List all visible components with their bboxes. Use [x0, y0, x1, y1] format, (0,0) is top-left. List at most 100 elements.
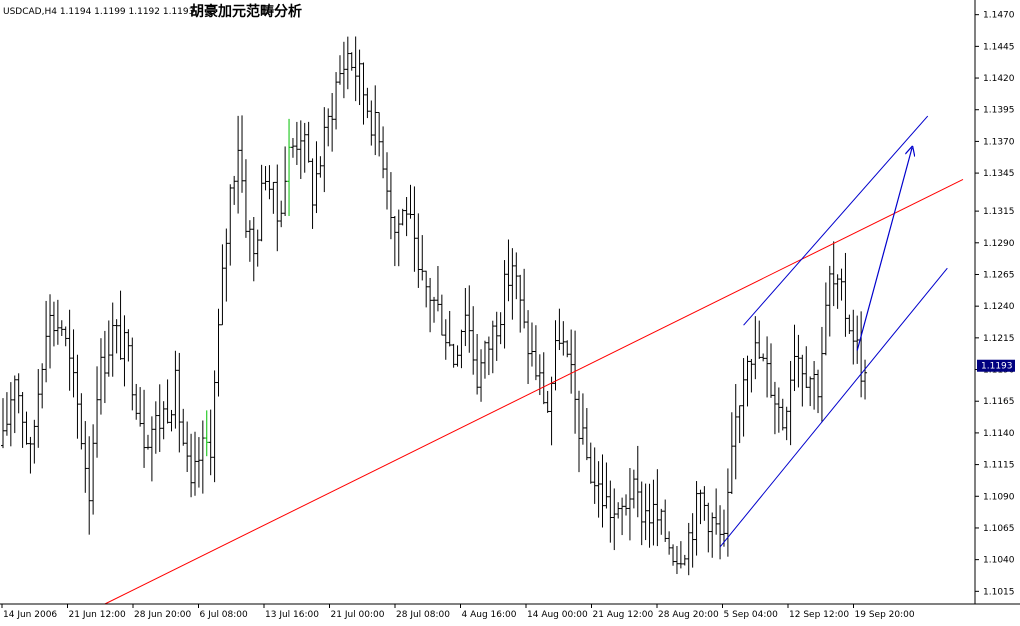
ohlc-bar	[522, 268, 527, 329]
ohlc-bar	[772, 381, 777, 435]
ohlc-bar	[145, 434, 150, 450]
ohlc-bar	[149, 416, 154, 482]
ohlc-bar	[671, 544, 676, 566]
ohlc-bar	[863, 359, 868, 400]
ohlc-bar	[349, 52, 354, 71]
time-tick-label: 5 Sep 04:00	[724, 610, 779, 620]
ohlc-bar	[667, 531, 672, 555]
time-tick-label: 21 Aug 12:00	[593, 610, 654, 620]
ohlc-bar	[494, 311, 499, 361]
ohlc-bar	[204, 410, 209, 457]
price-tick-label: 1.1140	[983, 429, 1015, 439]
price-chart[interactable]: 1.1470 1.1445 1.1420 1.1395 1.1370 1.1345 1.13…	[0, 0, 1020, 626]
ohlc-bar	[251, 216, 256, 282]
ohlc-bar	[322, 107, 327, 193]
ohlc-bar	[55, 299, 60, 345]
ohlc-bar	[220, 244, 225, 326]
ohlc-bar	[443, 319, 448, 360]
ohlc-bar	[714, 488, 719, 535]
blue-channel-line-2[interactable]	[743, 115, 929, 326]
ohlc-bar	[733, 384, 738, 480]
ohlc-bar	[24, 411, 29, 445]
ohlc-bar	[28, 436, 33, 474]
ohlc-bar	[694, 481, 699, 556]
ohlc-bar	[510, 248, 515, 320]
ohlc-bar	[161, 401, 166, 440]
ohlc-bar	[482, 340, 487, 379]
ohlc-bar	[134, 383, 139, 420]
ohlc-bar	[404, 197, 409, 237]
ohlc-bar	[357, 49, 362, 106]
ohlc-bar	[612, 488, 617, 551]
ohlc-bar	[596, 461, 601, 518]
ohlc-bar	[451, 343, 456, 368]
blue-channel-line-1[interactable]	[719, 267, 948, 548]
ohlc-bar	[710, 512, 715, 558]
ohlc-bar	[283, 146, 288, 216]
ohlc-bar	[381, 126, 386, 179]
ohlc-bar	[388, 172, 393, 240]
ohlc-bar	[682, 554, 687, 566]
ohlc-bar	[318, 156, 323, 178]
ohlc-bar	[12, 375, 17, 434]
time-tick-label: 28 Jul 08:00	[396, 610, 450, 620]
ohlc-bar	[502, 260, 507, 349]
ohlc-bar	[130, 337, 135, 411]
ohlc-bar	[83, 421, 88, 493]
time-tick-label: 19 Sep 20:00	[855, 610, 915, 620]
ohlc-bar	[361, 62, 366, 125]
ohlc-bar	[75, 354, 80, 439]
ohlc-bar	[631, 469, 636, 509]
price-tick-label: 1.1090	[983, 492, 1015, 502]
time-tick-label: 28 Jun 20:00	[134, 610, 191, 620]
ohlc-bar	[369, 100, 374, 146]
time-tick-label: 4 Aug 16:00	[462, 610, 517, 620]
ohlc-bar	[432, 296, 437, 323]
ohlc-bar	[228, 184, 233, 266]
ohlc-bar	[169, 409, 174, 432]
time-tick-label: 12 Sep 12:00	[789, 610, 849, 620]
ohlc-bar	[428, 277, 433, 333]
ohlc-bar	[310, 158, 315, 229]
ohlc-bar	[761, 353, 766, 362]
ohlc-bar	[839, 268, 844, 301]
ohlc-bar	[573, 330, 578, 434]
ohlc-bar	[475, 334, 480, 395]
price-tick-label: 1.1065	[983, 524, 1015, 534]
ohlc-bar	[518, 274, 523, 333]
ohlc-bar	[71, 329, 76, 398]
ohlc-bar	[32, 419, 37, 464]
ohlc-bar	[498, 312, 503, 345]
ohlc-bar	[545, 390, 550, 413]
ohlc-bar	[506, 239, 511, 302]
ohlc-bar	[549, 376, 554, 446]
forecast-arrow[interactable]	[856, 148, 912, 351]
price-tick-label: 1.1165	[983, 397, 1015, 407]
ohlc-bar	[416, 213, 421, 288]
ohlc-bar	[686, 522, 691, 576]
ohlc-bar	[447, 310, 452, 347]
price-tick-label: 1.1315	[983, 207, 1015, 217]
ohlc-bar	[424, 270, 429, 308]
ohlc-bar	[639, 481, 644, 546]
ohlc-bar	[467, 285, 472, 353]
ohlc-bar	[604, 462, 609, 509]
ohlc-bar	[769, 343, 773, 398]
ohlc-bar	[279, 200, 284, 228]
ohlc-bar	[486, 336, 491, 376]
ohlc-bar	[40, 363, 45, 409]
ohlc-bar	[181, 408, 186, 446]
ohlc-bar	[514, 252, 519, 300]
ohlc-bar	[290, 138, 295, 158]
time-tick-label: 21 Jul 00:00	[331, 610, 385, 620]
ohlc-bar	[345, 36, 350, 90]
ohlc-bar	[835, 274, 840, 309]
ohlc-bar	[706, 502, 711, 553]
ohlc-bar	[102, 330, 107, 404]
ohlc-bar	[51, 301, 56, 347]
ohlc-bar	[59, 320, 64, 337]
ohlc-bar	[490, 320, 495, 374]
red-trendline[interactable]	[104, 178, 964, 605]
ohlc-bar	[106, 320, 111, 377]
ohlc-bar	[678, 541, 683, 569]
